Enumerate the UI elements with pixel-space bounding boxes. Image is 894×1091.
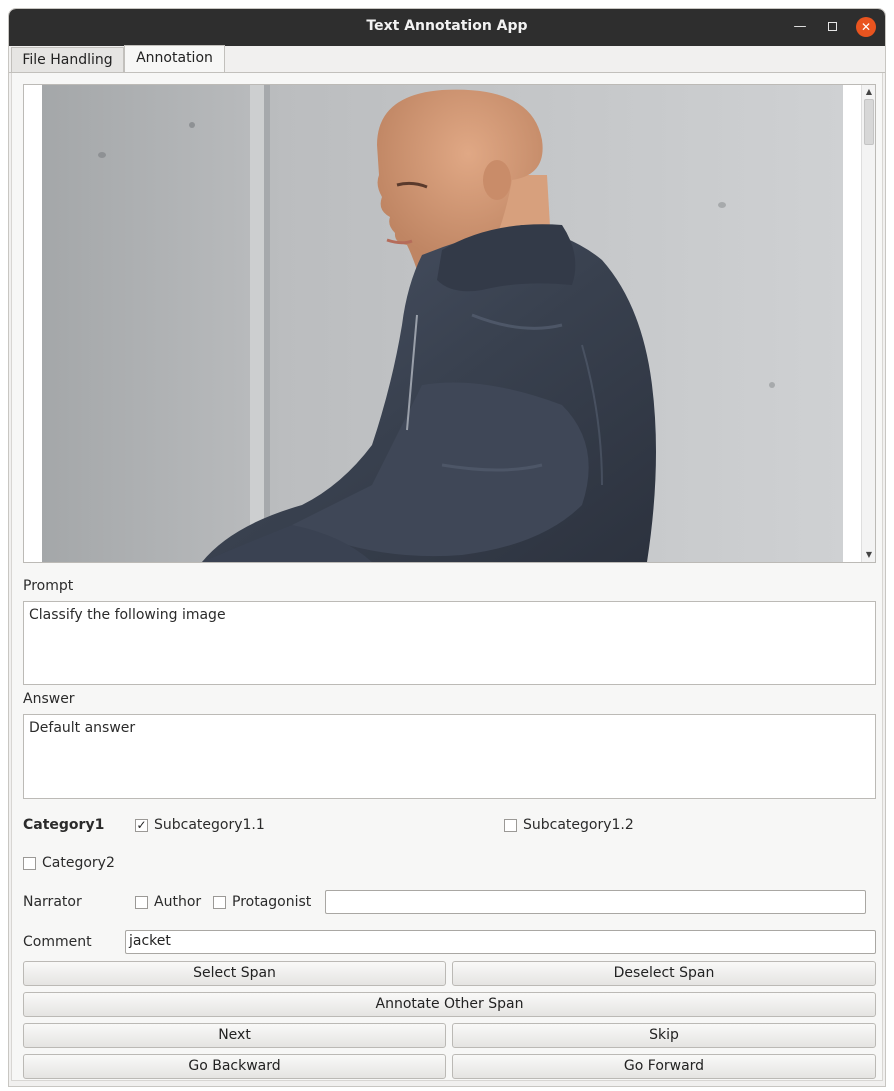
- scroll-down-icon[interactable]: ▼: [864, 550, 874, 560]
- protagonist-checkbox[interactable]: Protagonist: [213, 894, 311, 910]
- checkbox-icon[interactable]: [135, 895, 148, 909]
- narrator-label: Narrator: [23, 894, 82, 910]
- narrator-input[interactable]: [325, 890, 866, 914]
- checkbox-icon[interactable]: [504, 818, 517, 832]
- category2-checkbox[interactable]: Category2: [23, 855, 115, 871]
- title-bar[interactable]: Text Annotation App — ✕: [9, 9, 885, 46]
- scroll-thumb[interactable]: [864, 99, 874, 145]
- comment-label: Comment: [23, 934, 92, 950]
- category2-label: Category2: [42, 855, 115, 871]
- prompt-label: Prompt: [23, 578, 74, 594]
- mannequin-photo: [42, 85, 843, 562]
- category1-label: Category1: [23, 817, 105, 833]
- prompt-textbox[interactable]: Classify the following image: [23, 601, 876, 685]
- annotate-other-span-button[interactable]: Annotate Other Span: [23, 992, 876, 1017]
- close-icon[interactable]: ✕: [856, 17, 876, 37]
- checkbox-checked-icon[interactable]: ✓: [135, 818, 148, 832]
- author-checkbox[interactable]: Author: [135, 894, 201, 910]
- scroll-up-icon[interactable]: ▲: [864, 87, 874, 97]
- maximize-icon[interactable]: [822, 17, 842, 37]
- protagonist-label: Protagonist: [232, 894, 312, 910]
- checkbox-icon[interactable]: [23, 856, 36, 870]
- answer-label: Answer: [23, 691, 75, 707]
- checkbox-icon[interactable]: [213, 895, 226, 909]
- annotation-panel: ▲ ▼ Prompt Classify the following image …: [11, 73, 883, 1081]
- vertical-scrollbar[interactable]: ▲ ▼: [861, 85, 875, 562]
- skip-button[interactable]: Skip: [452, 1023, 876, 1048]
- annotation-image: [42, 85, 843, 562]
- tab-bar: File Handling Annotation: [9, 45, 885, 75]
- window-title: Text Annotation App: [366, 18, 528, 34]
- select-span-button[interactable]: Select Span: [23, 961, 446, 986]
- subcategory1-1-checkbox[interactable]: ✓ Subcategory1.1: [135, 817, 265, 833]
- go-forward-button[interactable]: Go Forward: [452, 1054, 876, 1079]
- subcategory1-2-label: Subcategory1.2: [523, 817, 634, 833]
- answer-textbox[interactable]: Default answer: [23, 714, 876, 799]
- subcategory1-2-checkbox[interactable]: Subcategory1.2: [504, 817, 634, 833]
- tab-annotation[interactable]: Annotation: [124, 45, 225, 75]
- author-label: Author: [154, 894, 202, 910]
- subcategory1-1-label: Subcategory1.1: [154, 817, 265, 833]
- minimize-icon[interactable]: —: [790, 17, 810, 37]
- deselect-span-button[interactable]: Deselect Span: [452, 961, 876, 986]
- app-window: Text Annotation App — ✕ File Handling An…: [8, 8, 886, 1087]
- next-button[interactable]: Next: [23, 1023, 446, 1048]
- go-backward-button[interactable]: Go Backward: [23, 1054, 446, 1079]
- tab-file-handling[interactable]: File Handling: [11, 47, 124, 74]
- image-scroll-area[interactable]: ▲ ▼: [23, 84, 876, 563]
- comment-input[interactable]: jacket: [125, 930, 876, 954]
